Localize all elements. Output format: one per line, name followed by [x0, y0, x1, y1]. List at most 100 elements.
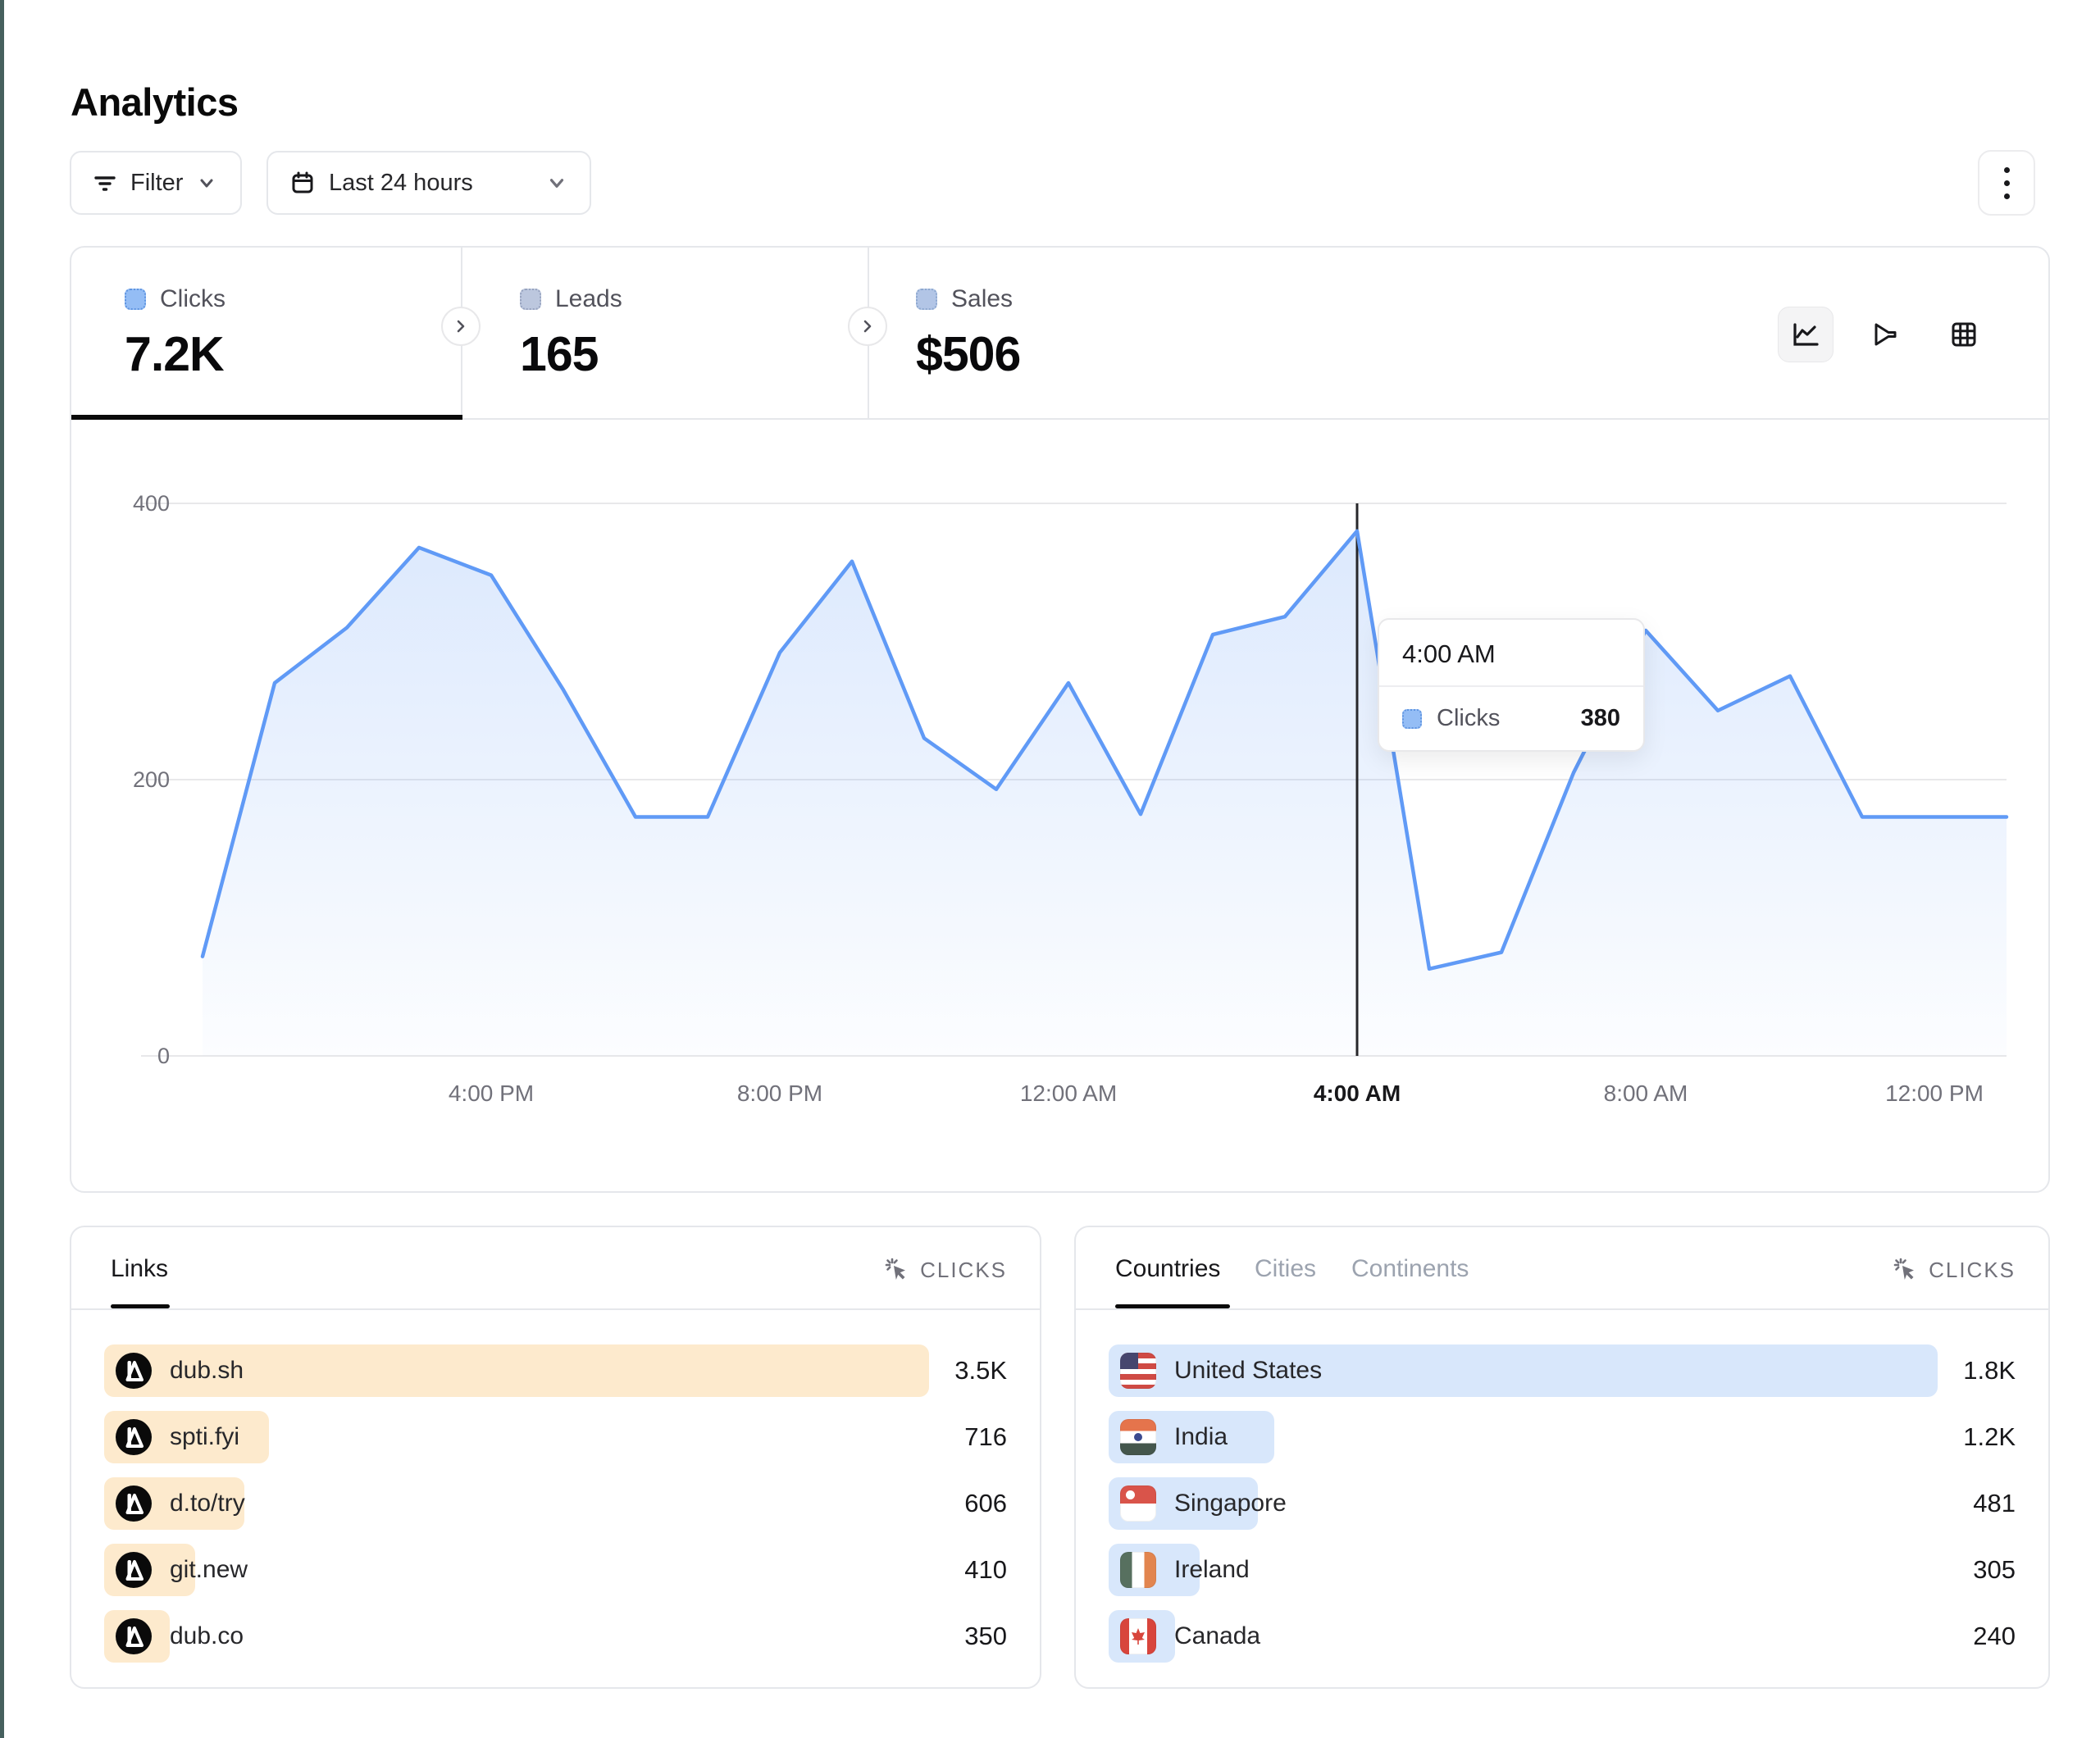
- chevron-right-icon: [859, 317, 877, 335]
- tab-clicks[interactable]: Clicks 7.2K: [71, 248, 461, 418]
- filter-button-label: Filter: [130, 170, 183, 197]
- tooltip-time: 4:00 AM: [1379, 620, 1643, 687]
- geo-panel: Countries Cities Continents CLICKS Unite…: [1074, 1226, 2050, 1689]
- row-label: git.new: [170, 1556, 248, 1584]
- row-label: dub.co: [170, 1622, 244, 1650]
- clicks-area-chart[interactable]: 0 200 400 4:00 PM 8:00 PM 12:00 AM 4:00 AM 8:00…: [71, 420, 2052, 1194]
- row-label: Ireland: [1174, 1556, 1250, 1584]
- x-axis-tick: 4:00 PM: [449, 1081, 534, 1106]
- active-tab-underline: [111, 1304, 170, 1308]
- list-item[interactable]: Canada 240: [1109, 1610, 2016, 1663]
- leads-value: 165: [520, 326, 598, 382]
- sg-flag-icon: [1120, 1485, 1156, 1522]
- row-value: 305: [1973, 1544, 2016, 1596]
- dub-logo-icon: [116, 1419, 152, 1455]
- active-tab-underline: [1115, 1304, 1230, 1308]
- ie-flag-icon: [1120, 1552, 1156, 1588]
- sales-value: $506: [916, 326, 1020, 382]
- dub-logo-icon: [116, 1485, 152, 1522]
- tab-countries[interactable]: Countries: [1115, 1255, 1220, 1283]
- x-axis-tick: 12:00 AM: [1020, 1081, 1117, 1106]
- dub-logo-icon: [116, 1552, 152, 1588]
- tab-links[interactable]: Links: [111, 1255, 168, 1283]
- row-value: 716: [964, 1411, 1007, 1463]
- x-axis-tick: 12:00 PM: [1885, 1081, 1984, 1106]
- row-label: Canada: [1174, 1622, 1260, 1650]
- date-range-button[interactable]: Last 24 hours: [266, 151, 591, 215]
- list-item[interactable]: dub.co 350: [104, 1610, 1007, 1663]
- list-item[interactable]: spti.fyi 716: [104, 1411, 1007, 1463]
- ca-flag-icon: [1120, 1618, 1156, 1654]
- row-label: d.to/try: [170, 1490, 245, 1517]
- dub-logo-icon: [116, 1618, 152, 1654]
- row-value: 481: [1973, 1477, 2016, 1530]
- y-axis-tick: 400: [133, 491, 170, 516]
- leads-legend-square-icon: [520, 289, 541, 310]
- list-item[interactable]: git.new 410: [104, 1544, 1007, 1596]
- tab-sales[interactable]: Sales $506: [869, 248, 1689, 418]
- dub-logo-icon: [116, 1353, 152, 1389]
- list-item[interactable]: United States1.8K: [1109, 1344, 2016, 1397]
- row-value: 410: [964, 1544, 1007, 1596]
- clicks-legend-square-icon: [1402, 709, 1422, 729]
- date-range-label: Last 24 hours: [329, 170, 473, 197]
- chevron-down-icon: [545, 171, 568, 194]
- more-options-button[interactable]: [1978, 150, 2035, 216]
- table-grid-icon: [1948, 319, 1979, 350]
- x-axis-tick: 4:00 AM: [1314, 1081, 1401, 1106]
- links-panel-header: Links CLICKS: [71, 1227, 1040, 1310]
- left-edge-divider: [0, 0, 4, 1738]
- list-item[interactable]: dub.sh 3.5K: [104, 1344, 1007, 1397]
- funnel-view-button[interactable]: [1858, 307, 1912, 362]
- kebab-icon: [2004, 167, 2010, 173]
- metric-tabs-row: Clicks 7.2K Leads 165 Sales $506: [71, 248, 2048, 420]
- row-label: dub.sh: [170, 1357, 244, 1385]
- page-title: Analytics: [71, 80, 238, 125]
- analytics-card: Clicks 7.2K Leads 165 Sales $506: [70, 246, 2050, 1193]
- tab-leads[interactable]: Leads 165: [462, 248, 868, 418]
- sales-legend-square-icon: [916, 289, 937, 310]
- links-panel: Links CLICKS dub.sh 3.5K spti.fyi 716 d.to/t…: [70, 1226, 1041, 1689]
- clicks-value: 7.2K: [125, 326, 224, 382]
- row-label: India: [1174, 1423, 1228, 1451]
- row-value: 3.5K: [954, 1344, 1007, 1397]
- chevron-down-icon: [196, 172, 217, 193]
- tab-continents[interactable]: Continents: [1351, 1255, 1469, 1283]
- row-value: 350: [964, 1610, 1007, 1663]
- metric-label: Leads: [555, 285, 622, 313]
- tooltip-series-label: Clicks: [1437, 705, 1500, 732]
- metric-expand-button[interactable]: [441, 307, 481, 346]
- tab-cities[interactable]: Cities: [1255, 1255, 1316, 1283]
- tooltip-value: 380: [1581, 705, 1620, 732]
- list-item[interactable]: India 1.2K: [1109, 1411, 2016, 1463]
- line-chart-view-button[interactable]: [1778, 307, 1834, 362]
- geo-metric-header[interactable]: CLICKS: [1893, 1257, 2016, 1283]
- us-flag-icon: [1120, 1353, 1156, 1389]
- row-label: United States: [1174, 1357, 1322, 1385]
- row-label: spti.fyi: [170, 1423, 239, 1451]
- row-value: 1.2K: [1963, 1411, 2016, 1463]
- cursor-click-icon: [884, 1257, 910, 1283]
- geo-panel-header: Countries Cities Continents CLICKS: [1076, 1227, 2048, 1310]
- chevron-right-icon: [452, 317, 470, 335]
- chart-area-fill: [203, 531, 2007, 1056]
- list-item[interactable]: d.to/try 606: [104, 1477, 1007, 1530]
- calendar-icon: [289, 170, 316, 196]
- table-view-button[interactable]: [1937, 307, 1991, 362]
- list-item[interactable]: Ireland 305: [1109, 1544, 2016, 1596]
- row-value: 240: [1973, 1610, 2016, 1663]
- metric-expand-button[interactable]: [848, 307, 887, 346]
- chart-tooltip: 4:00 AM Clicks 380: [1378, 618, 1645, 752]
- links-metric-header[interactable]: CLICKS: [884, 1257, 1007, 1283]
- filter-button[interactable]: Filter: [70, 151, 242, 215]
- metric-label: Clicks: [160, 285, 225, 313]
- chart-svg: 0 200 400 4:00 PM 8:00 PM 12:00 AM 4:00 AM 8:00…: [71, 420, 2052, 1194]
- row-value: 606: [964, 1477, 1007, 1530]
- x-axis-tick: 8:00 AM: [1604, 1081, 1688, 1106]
- clicks-legend-square-icon: [125, 289, 146, 310]
- y-axis-tick: 0: [157, 1044, 170, 1068]
- list-item[interactable]: Singapore481: [1109, 1477, 2016, 1530]
- chart-view-toggles: [1778, 307, 1991, 362]
- y-axis-tick: 200: [133, 767, 170, 792]
- x-axis-tick: 8:00 PM: [737, 1081, 822, 1106]
